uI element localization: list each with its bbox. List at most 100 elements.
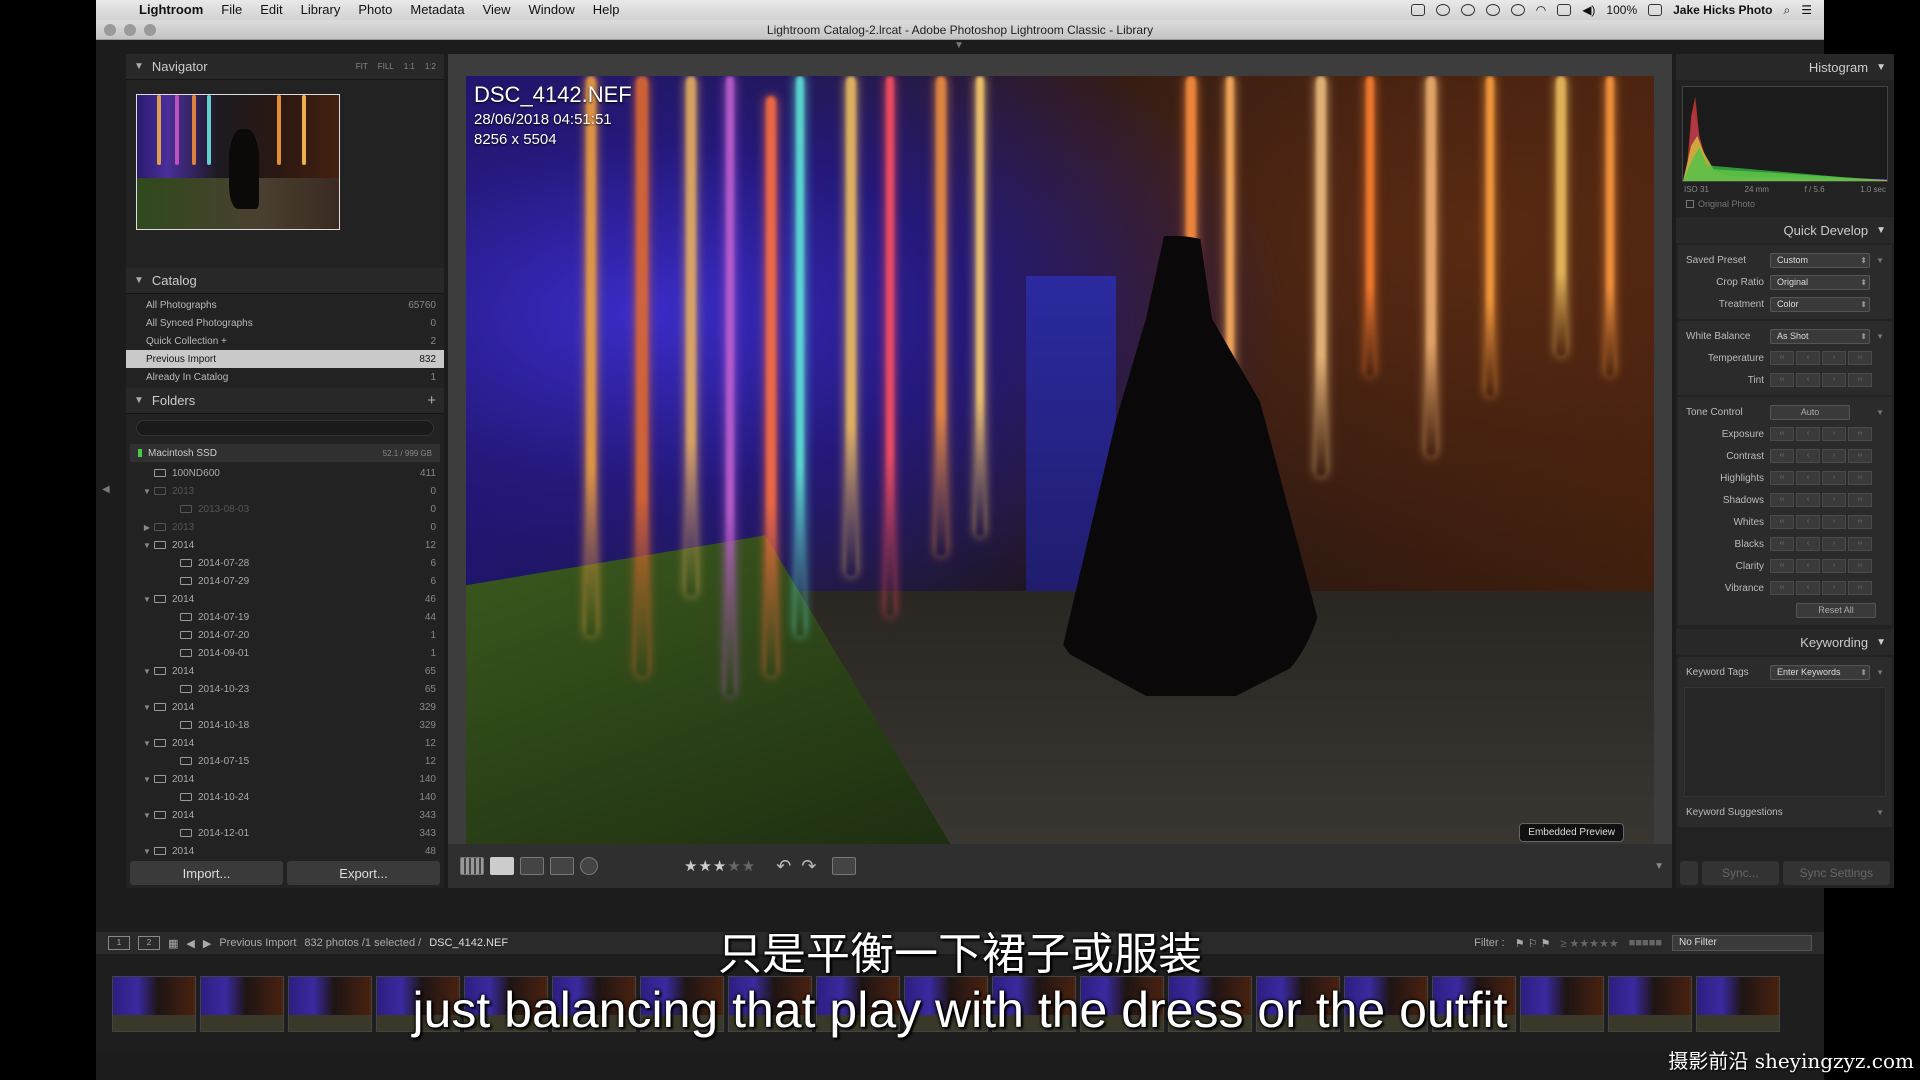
user-name[interactable]: Jake Hicks Photo (1673, 3, 1772, 17)
time-machine-icon[interactable] (1485, 4, 1500, 16)
disclosure-triangle-icon[interactable]: ▼ (140, 739, 154, 748)
keyword-entry-area[interactable] (1684, 687, 1886, 797)
contrast-steppers[interactable]: ‹‹ ‹ › ›› (1770, 449, 1872, 463)
spotlight-search-icon[interactable]: ⌕ (1784, 3, 1791, 18)
auto-sync-switch[interactable] (1680, 861, 1698, 885)
menu-photo[interactable]: Photo (349, 0, 401, 20)
embedded-preview-badge[interactable]: Embedded Preview (1519, 823, 1624, 842)
disclosure-triangle-icon[interactable]: ▼ (140, 487, 154, 496)
keywording-header[interactable]: Keywording ▼ (1676, 629, 1894, 655)
left-panel-toggle-icon[interactable]: ◀ (102, 484, 110, 495)
top-panel-toggle-icon[interactable]: ▼ (954, 40, 964, 51)
folder-item[interactable]: 2014-12-01 343 (126, 824, 444, 842)
folder-item[interactable]: 2014-07-29 6 (126, 572, 444, 590)
disclosure-triangle-icon[interactable]: ▼ (140, 775, 154, 784)
close-window-button[interactable] (104, 24, 116, 36)
screen-capture-icon[interactable] (1410, 4, 1425, 16)
bluetooth-icon[interactable] (1510, 4, 1525, 16)
section-toggle-icon[interactable]: ▼ (1876, 256, 1884, 265)
catalog-header[interactable]: ▼ Catalog (126, 268, 444, 294)
airplay-icon[interactable] (1557, 4, 1572, 16)
zoom-fit[interactable]: FIT (356, 62, 368, 71)
folder-search-input[interactable] (136, 420, 434, 436)
add-folder-icon[interactable]: + (427, 392, 436, 409)
menu-library[interactable]: Library (292, 0, 350, 20)
saved-preset-dropdown[interactable]: Custom (1770, 252, 1870, 268)
crop-overlay-icon[interactable] (832, 857, 857, 875)
battery-icon[interactable] (1648, 4, 1663, 16)
section-toggle-icon[interactable]: ▼ (1876, 408, 1884, 417)
folder-item[interactable]: ▼ 2013 0 (126, 482, 444, 500)
folder-item[interactable]: ▼ 2014 46 (126, 590, 444, 608)
menu-help[interactable]: Help (584, 0, 629, 20)
disclosure-triangle-icon[interactable]: ▶ (140, 523, 154, 532)
catalog-item-already-in-catalog[interactable]: Already In Catalog 1 (126, 368, 444, 386)
catalog-item-previous-import[interactable]: Previous Import 832 (126, 350, 444, 368)
grid-view-icon[interactable] (460, 857, 484, 875)
folder-item[interactable]: 2014-09-01 1 (126, 644, 444, 662)
exposure-steppers[interactable]: ‹‹ ‹ › ›› (1770, 427, 1872, 441)
menu-app[interactable]: Lightroom (130, 0, 212, 20)
menu-file[interactable]: File (212, 0, 251, 20)
catalog-item-all-synced[interactable]: All Synced Photographs 0 (126, 314, 444, 332)
people-view-icon[interactable] (580, 857, 598, 875)
navigator-preview[interactable] (136, 94, 340, 230)
temperature-steppers[interactable]: ‹‹ ‹ › ›› (1770, 351, 1872, 365)
reset-all-button[interactable]: Reset All (1796, 602, 1876, 618)
folder-item[interactable]: 2014-07-20 1 (126, 626, 444, 644)
zoom-1-2[interactable]: 1:2 (425, 62, 436, 71)
section-toggle-icon[interactable]: ▼ (1876, 808, 1884, 817)
toolbar-content-menu-icon[interactable]: ▼ (1654, 861, 1664, 872)
keyword-tags-dropdown[interactable]: Enter Keywords (1770, 664, 1870, 680)
folder-item[interactable]: 2014-07-28 6 (126, 554, 444, 572)
folder-item[interactable]: 2014-10-23 65 (126, 680, 444, 698)
disclosure-triangle-icon[interactable]: ▼ (140, 541, 154, 550)
folders-header[interactable]: ▼ Folders + (126, 388, 444, 414)
tint-steppers[interactable]: ‹‹ ‹ › ›› (1770, 373, 1872, 387)
disclosure-triangle-icon[interactable]: ▼ (140, 595, 154, 604)
menu-view[interactable]: View (474, 0, 520, 20)
catalog-item-quick-collection[interactable]: Quick Collection + 2 (126, 332, 444, 350)
navigator-header[interactable]: ▼ Navigator FIT FILL 1:1 1:2 (126, 54, 444, 80)
loupe-view-icon[interactable] (490, 857, 514, 875)
star-rating[interactable]: ★★★★★ (684, 857, 756, 875)
section-toggle-icon[interactable]: ▼ (1876, 332, 1884, 341)
histogram-header[interactable]: Histogram ▼ (1676, 54, 1894, 80)
whites-steppers[interactable]: ‹‹ ‹ › ›› (1770, 515, 1872, 529)
accessibility-icon[interactable] (1460, 4, 1475, 16)
folder-item[interactable]: 2014-10-18 329 (126, 716, 444, 734)
folder-item[interactable]: 2014-07-19 44 (126, 608, 444, 626)
survey-view-icon[interactable] (550, 857, 574, 875)
folder-item[interactable]: ▼ 2014 140 (126, 770, 444, 788)
original-photo-toggle[interactable]: Original Photo (1676, 197, 1894, 217)
zoom-1-1[interactable]: 1:1 (404, 62, 415, 71)
import-button[interactable]: Import... (130, 861, 283, 885)
highlights-steppers[interactable]: ‹‹ ‹ › ›› (1770, 471, 1872, 485)
zoom-window-button[interactable] (144, 24, 156, 36)
creative-cloud-icon[interactable] (1435, 4, 1450, 16)
blacks-steppers[interactable]: ‹‹ ‹ › ›› (1770, 537, 1872, 551)
quick-develop-header[interactable]: Quick Develop ▼ (1676, 217, 1894, 243)
compare-view-icon[interactable] (520, 857, 544, 875)
folder-item[interactable]: 2014-10-24 140 (126, 788, 444, 806)
treatment-dropdown[interactable]: Color (1770, 296, 1870, 312)
rotate-right-icon[interactable]: ↷ (801, 856, 816, 877)
folder-item[interactable]: ▼ 2014 329 (126, 698, 444, 716)
histogram-graph[interactable] (1682, 86, 1888, 182)
folder-item[interactable]: 2013-08-03 0 (126, 500, 444, 518)
zoom-fill[interactable]: FILL (378, 62, 394, 71)
folder-item[interactable]: ▼ 2014 65 (126, 662, 444, 680)
export-button[interactable]: Export... (287, 861, 440, 885)
notification-center-icon[interactable]: ☰ (1801, 3, 1812, 17)
disclosure-triangle-icon[interactable]: ▼ (140, 667, 154, 676)
sync-settings-button[interactable]: Sync Settings (1782, 861, 1890, 885)
sync-button[interactable]: Sync... (1702, 861, 1779, 885)
disclosure-triangle-icon[interactable]: ▼ (140, 703, 154, 712)
menu-window[interactable]: Window (520, 0, 584, 20)
folder-item[interactable]: ▼ 2014 12 (126, 734, 444, 752)
volume-macintosh-ssd[interactable]: Macintosh SSD 52.1 / 999 GB (130, 444, 440, 462)
white-balance-dropdown[interactable]: As Shot (1770, 328, 1870, 344)
folder-item[interactable]: 2014-07-15 12 (126, 752, 444, 770)
folder-item[interactable]: 100ND600 411 (126, 464, 444, 482)
wifi-icon[interactable]: ◠ (1536, 3, 1546, 17)
